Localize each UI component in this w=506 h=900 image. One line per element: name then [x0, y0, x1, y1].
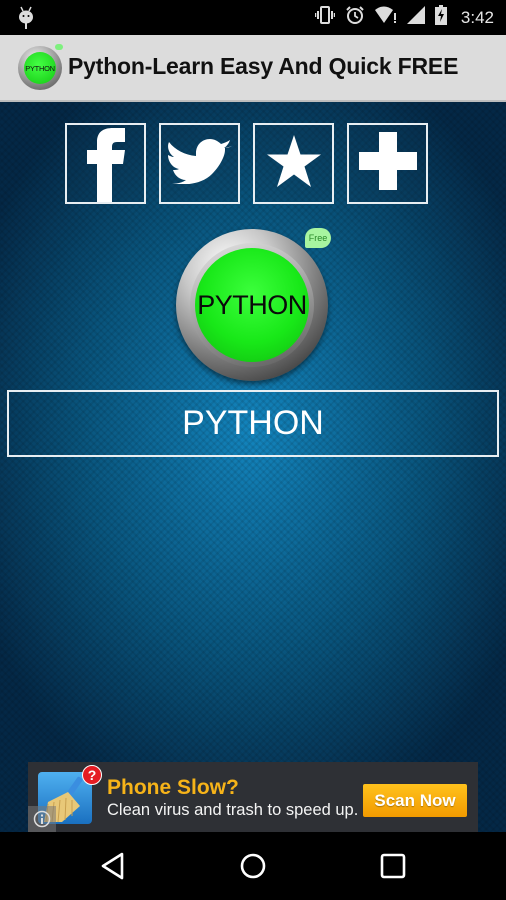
- action-bar: PYTHON Python-Learn Easy And Quick FREE: [0, 35, 506, 102]
- ad-headline: Phone Slow?: [107, 776, 239, 799]
- clock: 3:42: [460, 7, 494, 27]
- navigation-bar: [0, 832, 506, 900]
- ad-info-icon[interactable]: [28, 806, 56, 832]
- scan-now-button[interactable]: Scan Now: [363, 784, 467, 817]
- twitter-icon: [167, 138, 232, 189]
- recents-square-icon: [380, 853, 406, 884]
- add-plus-button[interactable]: [347, 123, 428, 204]
- python-start-button[interactable]: PYTHON: [176, 229, 328, 381]
- home-circle-icon: [239, 852, 267, 885]
- rate-star-button[interactable]: [253, 123, 334, 204]
- twitter-button[interactable]: [159, 123, 240, 204]
- alarm-icon: [345, 5, 365, 30]
- ad-banner[interactable]: ? Phone Slow? Clean virus and trash to s…: [28, 762, 478, 832]
- recents-button[interactable]: [375, 850, 411, 886]
- battery-charging-icon: [434, 5, 447, 30]
- python-topic-button[interactable]: PYTHON: [7, 390, 499, 457]
- python-topic-label: PYTHON: [182, 404, 324, 442]
- social-buttons-row: [65, 123, 428, 204]
- facebook-button[interactable]: [65, 123, 146, 204]
- status-bar: 3:42: [0, 0, 506, 35]
- cell-signal-icon: [406, 6, 425, 29]
- back-button[interactable]: [95, 850, 131, 886]
- facebook-icon: [83, 125, 129, 202]
- wifi-alert-icon: [374, 6, 397, 29]
- app-logo-free-badge: [55, 44, 63, 50]
- app-logo-icon: PYTHON: [18, 44, 63, 90]
- ad-subtext: Clean virus and trash to speed up.: [107, 801, 359, 819]
- home-button[interactable]: [235, 850, 271, 886]
- free-badge: Free: [305, 228, 331, 248]
- star-icon: [266, 135, 321, 192]
- python-button-label: PYTHON: [195, 248, 309, 362]
- back-triangle-icon: [100, 852, 126, 885]
- vibrate-icon: [314, 5, 336, 30]
- ad-question-badge: ?: [82, 765, 102, 785]
- plus-icon: [358, 132, 417, 195]
- main-content: PYTHON Free PYTHON: [0, 102, 506, 832]
- android-debug-icon: [15, 6, 37, 35]
- app-logo-label: PYTHON: [24, 52, 56, 84]
- app-title: Python-Learn Easy And Quick FREE: [68, 53, 459, 79]
